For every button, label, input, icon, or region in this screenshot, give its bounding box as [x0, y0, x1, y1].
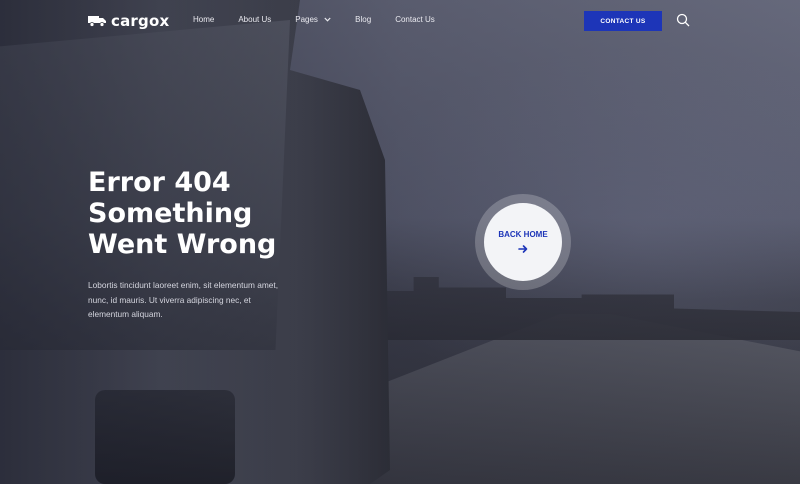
hero-section: cargox Home About Us Pages Blog Contact … [0, 0, 800, 484]
brand-name: cargox [111, 12, 170, 30]
search-icon[interactable] [676, 13, 690, 27]
nav-item-label: Blog [355, 15, 372, 24]
nav-item-about-us[interactable]: About Us [238, 15, 271, 24]
arrow-right-icon [518, 245, 528, 253]
nav-item-home[interactable]: Home [193, 15, 214, 24]
logo[interactable]: cargox [88, 12, 169, 30]
error-description: Lobortis tincidunt laoreet enim, sit ele… [88, 280, 278, 319]
site-header: cargox Home About Us Pages Blog Contact … [0, 0, 800, 42]
nav-item-pages[interactable]: Pages [295, 15, 331, 24]
title-line: Error 404 [88, 167, 231, 198]
page-title: Error 404 Something Went Wrong [88, 167, 348, 260]
nav-item-blog[interactable]: Blog [355, 15, 371, 24]
title-line: Went Wrong [88, 229, 277, 260]
chevron-down-icon [324, 17, 331, 23]
nav-item-contact-us[interactable]: Contact Us [395, 15, 435, 24]
back-home-button[interactable]: BACK HOME [484, 203, 562, 281]
nav-item-label: Home [193, 15, 215, 24]
nav-item-label: Contact Us [395, 15, 435, 24]
main-nav: Home About Us Pages Blog Contact Us [193, 15, 459, 24]
title-line: Something [88, 198, 253, 229]
nav-item-label: Pages [295, 15, 318, 24]
back-home-label: BACK HOME [498, 230, 548, 239]
contact-us-button[interactable]: CONTACT US [584, 11, 662, 31]
nav-item-label: About Us [238, 15, 272, 24]
truck-icon [88, 16, 106, 27]
